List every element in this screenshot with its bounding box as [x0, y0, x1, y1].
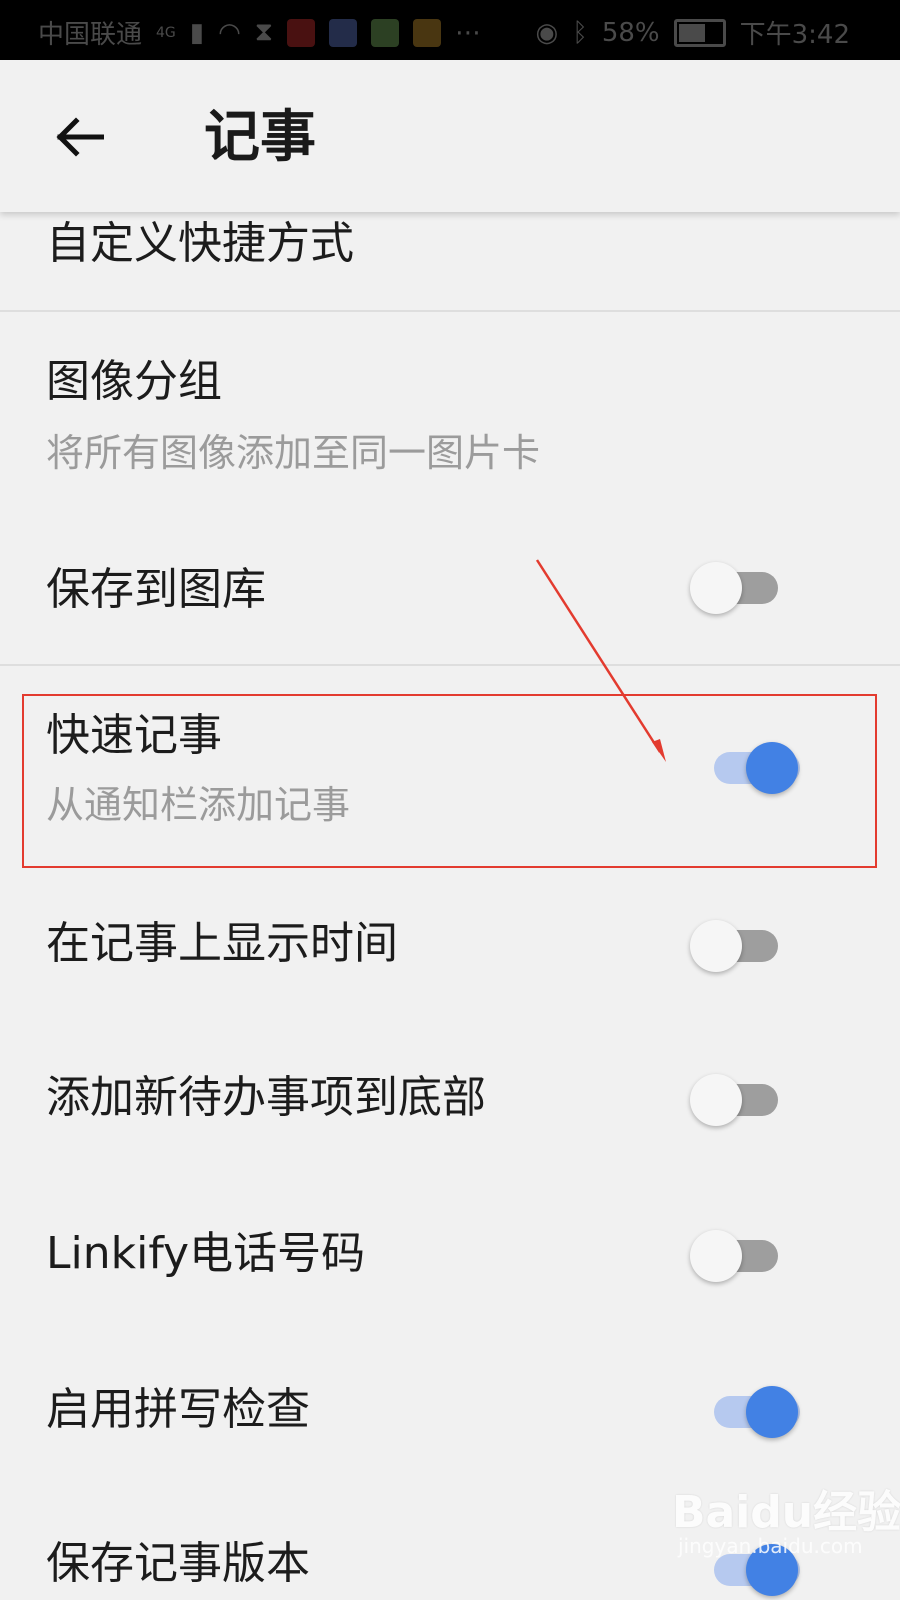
- hourglass-icon: ⧗: [254, 17, 274, 47]
- carrier-label: 中国联通: [38, 20, 143, 50]
- bluetooth-icon: ᛒ: [572, 17, 588, 48]
- setting-image-grouping[interactable]: 图像分组 将所有图像添加至同一图片卡: [0, 312, 900, 488]
- page-title: 记事: [204, 105, 316, 170]
- watermark-brand: Baidu经验: [672, 1487, 900, 1538]
- battery-icon: [673, 18, 726, 47]
- show-time-toggle[interactable]: [690, 914, 790, 974]
- signal-icon: ▮: [189, 17, 205, 48]
- save-to-gallery-toggle[interactable]: [690, 556, 790, 616]
- setting-title: 图像分组: [46, 356, 222, 407]
- back-button[interactable]: [44, 102, 114, 172]
- setting-custom-shortcut[interactable]: 自定义快捷方式: [0, 212, 900, 310]
- setting-title: 在记事上显示时间: [46, 918, 398, 969]
- status-bar: 中国联通 4G ▮ ◠ ⧗ ⋯ ◉ ᛒ 58% 下午3:42: [0, 0, 900, 60]
- toggle-thumb: [690, 920, 742, 972]
- battery-percent: 58%: [601, 17, 660, 48]
- spell-check-toggle[interactable]: [700, 1380, 800, 1440]
- setting-subtitle: 将所有图像添加至同一图片卡: [46, 431, 541, 475]
- setting-title: 自定义快捷方式: [46, 218, 354, 269]
- toggle-thumb: [746, 1386, 798, 1438]
- toggle-thumb: [690, 1074, 742, 1126]
- setting-show-time[interactable]: 在记事上显示时间: [0, 866, 900, 1022]
- setting-add-todo-bottom[interactable]: 添加新待办事项到底部: [0, 1022, 900, 1178]
- watermark-url: jingyan.baidu.com: [678, 1534, 863, 1558]
- setting-linkify-phone[interactable]: Linkify电话号码: [0, 1178, 900, 1334]
- toggle-thumb: [690, 1230, 742, 1282]
- baidu-jingyan-watermark: Baidu经验 jingyan.baidu.com: [672, 1456, 900, 1566]
- add-todo-bottom-toggle[interactable]: [690, 1068, 790, 1128]
- setting-title: 保存记事版本: [46, 1538, 310, 1589]
- wifi-icon: ◠: [218, 17, 241, 48]
- setting-title: 添加新待办事项到底部: [46, 1072, 486, 1123]
- linkify-phone-toggle[interactable]: [690, 1224, 790, 1284]
- clock: 下午3:42: [739, 20, 850, 50]
- setting-title: Linkify电话号码: [46, 1228, 366, 1279]
- app-notification-icon: [287, 18, 316, 47]
- network-label: 4G: [156, 24, 176, 41]
- more-notifications-icon: ⋯: [455, 17, 482, 48]
- annotation-highlight-box: [22, 694, 877, 868]
- app-notification-icon: [329, 18, 358, 47]
- toggle-thumb: [690, 562, 742, 614]
- eye-icon: ◉: [535, 17, 559, 48]
- arrow-left-icon: [56, 117, 104, 157]
- setting-title: 保存到图库: [46, 564, 266, 615]
- app-notification-icon: [413, 18, 442, 47]
- setting-title: 启用拼写检查: [46, 1384, 310, 1435]
- app-notification-icon: [371, 18, 400, 47]
- setting-save-to-gallery[interactable]: 保存到图库: [0, 488, 900, 664]
- app-bar: 记事: [0, 60, 900, 212]
